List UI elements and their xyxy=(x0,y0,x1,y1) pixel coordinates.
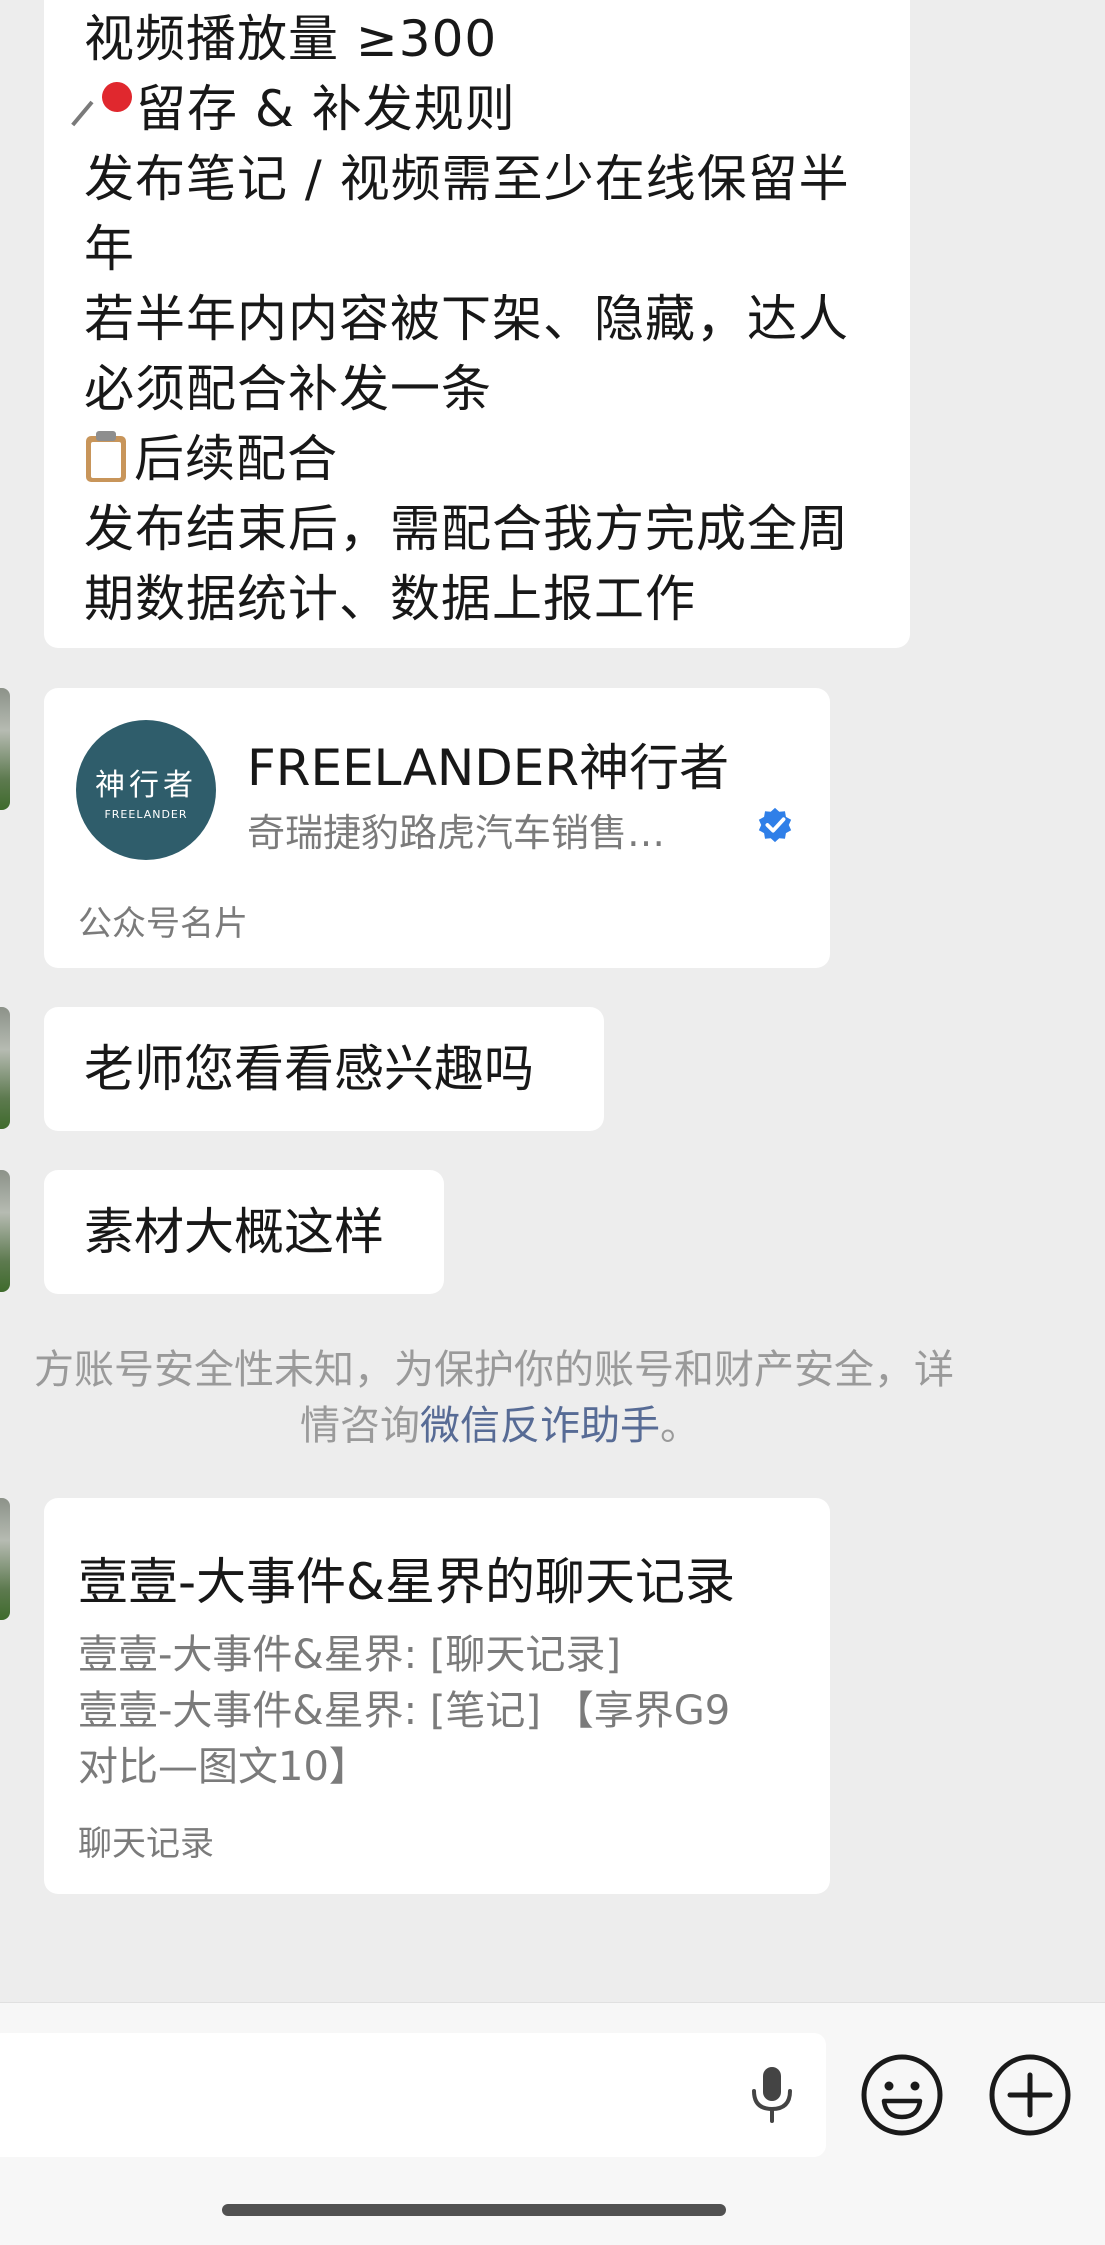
message-bubble-rules[interactable]: 视频播放量 ≥300 留存 & 补发规则 发布笔记 / 视频需至少在线保留半 年… xyxy=(44,0,910,648)
smiley-icon[interactable] xyxy=(860,2053,944,2137)
chat-record-line: 壹壹-大事件&星界: [笔记] 【享界G9 xyxy=(78,1688,731,1734)
account-subtitle: 奇瑞捷豹路虎汽车销售… xyxy=(247,811,666,855)
rule-text: 年 xyxy=(84,220,135,278)
plus-icon[interactable] xyxy=(988,2053,1072,2137)
rule-text: 期数据统计、数据上报工作 xyxy=(84,570,696,628)
account-logo: 神行者 FREELANDER xyxy=(76,720,216,860)
account-name: FREELANDER神行者 xyxy=(247,739,730,797)
message-bubble-text[interactable]: 素材大概这样 xyxy=(44,1170,444,1294)
chat-record-label: 聊天记录 xyxy=(78,1824,214,1864)
microphone-icon[interactable] xyxy=(744,2063,800,2127)
rule-text: 发布结束后，需配合我方完成全周 xyxy=(84,500,849,558)
pin-icon xyxy=(71,77,137,132)
sender-avatar[interactable] xyxy=(0,1498,10,1620)
card-type-label: 公众号名片 xyxy=(78,904,248,944)
rule-text: 发布笔记 / 视频需至少在线保留半 xyxy=(84,150,850,208)
home-indicator[interactable] xyxy=(222,2204,726,2216)
rule-section-heading: 后续配合 xyxy=(84,424,870,494)
verified-badge-icon xyxy=(758,807,792,843)
sender-avatar[interactable] xyxy=(0,1007,10,1129)
chat-record-title: 壹壹-大事件&星界的聊天记录 xyxy=(78,1553,736,1611)
anti-fraud-assistant-link[interactable]: 微信反诈助手 xyxy=(420,1403,660,1449)
security-warning: 方账号安全性未知，为保护你的账号和财产安全，详 情咨询微信反诈助手。 xyxy=(34,1347,954,1449)
sender-avatar[interactable] xyxy=(0,1170,10,1292)
chat-record-line: 壹壹-大事件&星界: [聊天记录] xyxy=(78,1632,622,1678)
rule-section-heading: 留存 & 补发规则 xyxy=(71,74,870,144)
rule-text: 必须配合补发一条 xyxy=(84,360,492,418)
clipboard-icon xyxy=(84,430,130,484)
chat-record-line: 对比—图文10】 xyxy=(78,1744,369,1790)
rule-text: 若半年内内容被下架、隐藏，达人 xyxy=(84,290,849,348)
message-bubble-text[interactable]: 老师您看看感兴趣吗 xyxy=(44,1007,604,1131)
sender-avatar[interactable] xyxy=(0,688,10,810)
message-input[interactable] xyxy=(0,2033,826,2157)
chat-record-card[interactable]: 壹壹-大事件&星界的聊天记录 壹壹-大事件&星界: [聊天记录] 壹壹-大事件&… xyxy=(44,1498,830,1894)
rule-text: 视频播放量 ≥300 xyxy=(84,10,498,68)
public-account-card[interactable]: 神行者 FREELANDER FREELANDER神行者 奇瑞捷豹路虎汽车销售…… xyxy=(44,688,830,968)
